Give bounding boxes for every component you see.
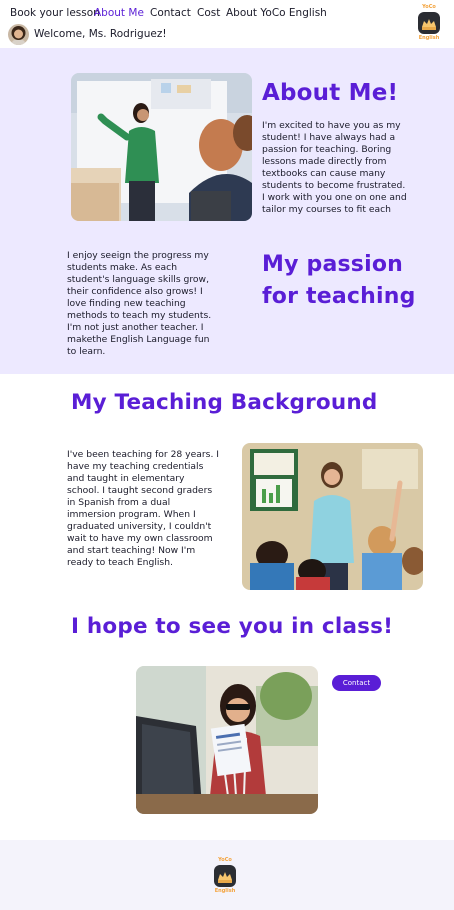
yoco-logo[interactable]: YoCo English xyxy=(417,4,441,42)
top-navigation: Book your lesson About Me Contact Cost A… xyxy=(0,0,454,48)
nav-cost[interactable]: Cost xyxy=(197,7,220,19)
footer-logo[interactable]: YoCo English xyxy=(213,857,237,895)
crown-icon xyxy=(214,865,236,887)
closing-title: I hope to see you in class! xyxy=(71,614,394,639)
logo-bottom-text: English xyxy=(418,35,440,41)
nav-book-lesson[interactable]: Book your lesson xyxy=(10,7,100,19)
classroom-whiteboard-photo xyxy=(71,73,252,221)
nav-about-me[interactable]: About Me xyxy=(94,7,144,19)
welcome-row: Welcome, Ms. Rodriguez! xyxy=(8,23,167,45)
passion-text: I enjoy seeign the progress my students … xyxy=(67,250,212,357)
footer-logo-bottom-text: English xyxy=(214,888,236,894)
about-title: About Me! xyxy=(262,80,399,106)
footer-logo-top-text: YoCo xyxy=(218,857,232,863)
contact-button[interactable]: Contact xyxy=(332,675,381,691)
avatar[interactable] xyxy=(8,23,29,45)
online-teacher-photo xyxy=(136,666,318,814)
background-text: I've been teaching for 28 years. I have … xyxy=(67,449,220,568)
passion-title-line2: for teaching xyxy=(262,284,416,309)
nav-about-yoco[interactable]: About YoCo English xyxy=(226,7,327,19)
about-text: I'm excited to have you as my student! I… xyxy=(262,120,407,215)
logo-top-text: YoCo xyxy=(422,4,436,10)
welcome-text: Welcome, Ms. Rodriguez! xyxy=(34,28,167,40)
background-title: My Teaching Background xyxy=(71,390,378,415)
passion-title-line1: My passion xyxy=(262,252,403,277)
nav-contact[interactable]: Contact xyxy=(150,7,191,19)
classroom-students-photo xyxy=(242,443,423,590)
crown-icon xyxy=(418,12,440,34)
